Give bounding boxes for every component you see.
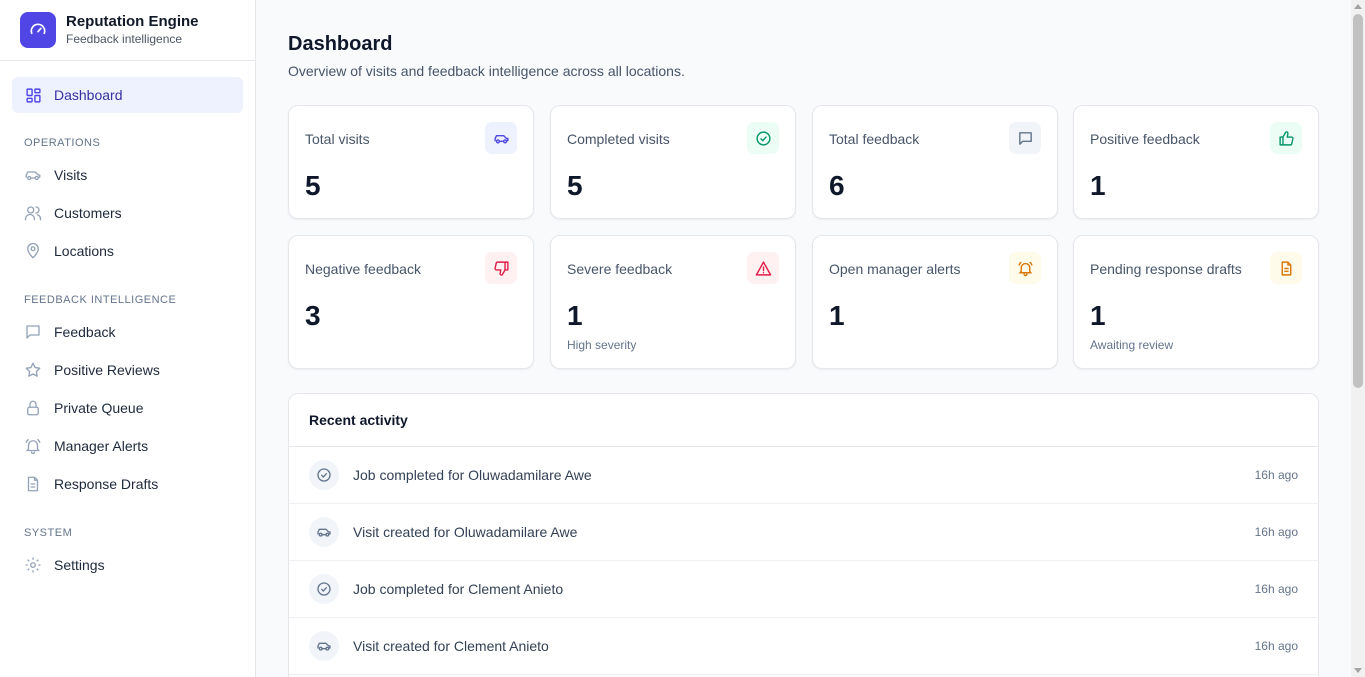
stat-label: Completed visits xyxy=(567,131,670,147)
sidebar-item-visits[interactable]: Visits xyxy=(12,157,243,193)
lock-icon xyxy=(24,399,42,417)
stat-card-pending-response-drafts[interactable]: Pending response drafts 1 Awaiting revie… xyxy=(1073,235,1319,369)
map-pin-icon xyxy=(24,242,42,260)
sidebar-item-response-drafts[interactable]: Response Drafts xyxy=(12,466,243,502)
sidebar-nav: Dashboard OPERATIONS Visits Customers Lo… xyxy=(0,61,255,583)
thumbs-down-icon xyxy=(485,252,517,284)
stat-value: 1 xyxy=(829,300,845,331)
sidebar-item-label: Dashboard xyxy=(54,87,123,103)
activity-time: 16h ago xyxy=(1254,582,1298,596)
thumbs-up-icon xyxy=(1270,122,1302,154)
section-heading-operations: OPERATIONS xyxy=(24,137,101,149)
brand-subtitle: Feedback intelligence xyxy=(66,32,183,46)
stat-label: Total visits xyxy=(305,131,370,147)
stat-label: Severe feedback xyxy=(567,261,673,277)
stat-card-severe-feedback[interactable]: Severe feedback 1 High severity xyxy=(550,235,796,369)
message-icon xyxy=(24,323,42,341)
stat-label: Positive feedback xyxy=(1090,131,1200,147)
stat-label: Open manager alerts xyxy=(829,261,961,277)
activity-time: 16h ago xyxy=(1254,525,1298,539)
section-heading-system: SYSTEM xyxy=(24,527,73,539)
brand-title: Reputation Engine xyxy=(66,13,199,30)
main-content: Dashboard Overview of visits and feedbac… xyxy=(256,0,1351,677)
sidebar-item-label: Response Drafts xyxy=(54,476,159,492)
scrollbar-thumb[interactable] xyxy=(1353,14,1363,388)
warning-icon xyxy=(747,252,779,284)
stat-card-negative-feedback[interactable]: Negative feedback 3 xyxy=(288,235,534,369)
page-subtitle: Overview of visits and feedback intellig… xyxy=(288,63,685,79)
recent-activity-title: Recent activity xyxy=(289,394,1318,447)
sidebar: Reputation Engine Feedback intelligence … xyxy=(0,0,256,677)
dashboard-grid-icon xyxy=(24,86,42,104)
activity-time: 16h ago xyxy=(1254,468,1298,482)
page-scrollbar[interactable] xyxy=(1351,0,1365,677)
activity-text: Visit created for Oluwadamilare Awe xyxy=(353,524,578,540)
stat-label: Total feedback xyxy=(829,131,920,147)
sidebar-item-label: Private Queue xyxy=(54,400,144,416)
stat-card-open-manager-alerts[interactable]: Open manager alerts 1 xyxy=(812,235,1058,369)
scroll-down-arrow-icon[interactable] xyxy=(1354,668,1362,673)
sidebar-item-label: Positive Reviews xyxy=(54,362,160,378)
stat-value: 6 xyxy=(829,170,845,201)
activity-row[interactable]: Job completed for Clement Anieto 16h ago xyxy=(289,561,1318,618)
message-icon xyxy=(1009,122,1041,154)
sidebar-item-manager-alerts[interactable]: Manager Alerts xyxy=(12,428,243,464)
activity-row[interactable]: Visit created for Oluwadamilare Awe 16h … xyxy=(289,504,1318,561)
sidebar-item-label: Customers xyxy=(54,205,122,221)
stat-card-total-visits[interactable]: Total visits 5 xyxy=(288,105,534,219)
activity-text: Job completed for Oluwadamilare Awe xyxy=(353,467,592,483)
gauge-icon xyxy=(20,12,56,48)
check-circle-icon xyxy=(309,574,339,604)
car-icon xyxy=(309,517,339,547)
sidebar-item-label: Feedback xyxy=(54,324,116,340)
users-icon xyxy=(24,204,42,222)
stat-label: Pending response drafts xyxy=(1090,261,1242,277)
stat-card-completed-visits[interactable]: Completed visits 5 xyxy=(550,105,796,219)
stat-value: 1 xyxy=(567,300,583,331)
bell-ring-icon xyxy=(24,437,42,455)
sidebar-item-positive-reviews[interactable]: Positive Reviews xyxy=(12,352,243,388)
sidebar-item-label: Settings xyxy=(54,557,105,573)
stat-card-positive-feedback[interactable]: Positive feedback 1 xyxy=(1073,105,1319,219)
activity-text: Visit created for Clement Anieto xyxy=(353,638,549,654)
stat-value: 5 xyxy=(567,170,583,201)
check-circle-icon xyxy=(309,460,339,490)
sidebar-item-label: Manager Alerts xyxy=(54,438,149,454)
activity-time: 16h ago xyxy=(1254,639,1298,653)
sidebar-item-private-queue[interactable]: Private Queue xyxy=(12,390,243,426)
bell-icon xyxy=(1009,252,1041,284)
brand[interactable]: Reputation Engine Feedback intelligence xyxy=(0,0,255,61)
document-icon xyxy=(24,475,42,493)
check-circle-icon xyxy=(747,122,779,154)
stat-label: Negative feedback xyxy=(305,261,421,277)
stat-value: 1 xyxy=(1090,170,1106,201)
gear-icon xyxy=(24,556,42,574)
star-icon xyxy=(24,361,42,379)
stat-note: Awaiting review xyxy=(1090,338,1174,352)
sidebar-item-customers[interactable]: Customers xyxy=(12,195,243,231)
sidebar-item-settings[interactable]: Settings xyxy=(12,547,243,583)
stat-note: High severity xyxy=(567,338,637,352)
activity-row[interactable]: Visit created for Clement Anieto 16h ago xyxy=(289,618,1318,675)
sidebar-item-label: Visits xyxy=(54,167,88,183)
section-heading-feedback-intelligence: FEEDBACK INTELLIGENCE xyxy=(24,294,177,306)
sidebar-item-dashboard[interactable]: Dashboard xyxy=(12,77,243,113)
page-title: Dashboard xyxy=(288,33,393,55)
stat-value: 3 xyxy=(305,300,321,331)
activity-row[interactable]: Job completed for Oluwadamilare Awe 16h … xyxy=(289,447,1318,504)
document-icon xyxy=(1270,252,1302,284)
sidebar-item-label: Locations xyxy=(54,243,114,259)
sidebar-item-feedback[interactable]: Feedback xyxy=(12,314,243,350)
activity-text: Job completed for Clement Anieto xyxy=(353,581,564,597)
car-icon xyxy=(309,631,339,661)
sidebar-item-locations[interactable]: Locations xyxy=(12,233,243,269)
stat-value: 1 xyxy=(1090,300,1106,331)
stat-value: 5 xyxy=(305,170,321,201)
stat-card-total-feedback[interactable]: Total feedback 6 xyxy=(812,105,1058,219)
car-icon xyxy=(485,122,517,154)
scroll-up-arrow-icon[interactable] xyxy=(1354,4,1362,9)
car-icon xyxy=(24,166,42,184)
recent-activity-panel: Recent activity Job completed for Oluwad… xyxy=(288,393,1319,677)
